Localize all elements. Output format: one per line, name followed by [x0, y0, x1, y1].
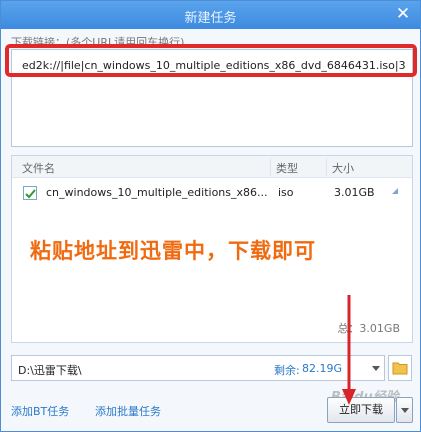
add-batch-task-link[interactable]: 添加批量任务 [95, 403, 161, 419]
dialog-title: 新建任务 [184, 11, 237, 26]
table-row[interactable]: cn_windows_10_multiple_editions_x86... i… [12, 182, 412, 204]
file-type: iso [278, 186, 294, 199]
url-input[interactable] [22, 57, 407, 73]
file-name: cn_windows_10_multiple_editions_x86... [46, 186, 268, 199]
red-arrow-icon [342, 295, 356, 405]
remaining-value: 82.19G [302, 362, 343, 375]
download-options-dropdown[interactable] [396, 397, 413, 423]
checkmark-icon [25, 189, 36, 199]
file-checkbox[interactable] [23, 186, 37, 200]
file-list-header: 文件名 类型 大小 [12, 156, 412, 178]
save-path-select[interactable]: D:\迅雷下载\ 剩余: 82.19G [11, 355, 385, 381]
size-sort-icon [392, 188, 398, 194]
new-task-dialog: 新建任务 ✕ 下载链接：(多个URL请用回车换行) 文件名 类型 大小 cn_w… [0, 0, 421, 432]
header-type[interactable]: 类型 [276, 160, 298, 176]
annotation-text: 粘贴地址到迅雷中，下载即可 [30, 239, 316, 263]
folder-icon [392, 362, 408, 375]
column-divider [270, 158, 271, 176]
file-size: 3.01GB [334, 186, 375, 199]
browse-folder-button[interactable] [388, 355, 412, 381]
chevron-down-icon[interactable] [372, 366, 380, 371]
add-bt-task-link[interactable]: 添加BT任务 [11, 403, 69, 419]
title-bar: 新建任务 ✕ [1, 1, 420, 29]
download-now-button[interactable]: 立即下载 [327, 397, 395, 423]
close-icon[interactable]: ✕ [392, 3, 414, 25]
remaining-label: 剩余: [274, 364, 300, 377]
header-filename[interactable]: 文件名 [22, 160, 55, 176]
header-size[interactable]: 大小 [332, 160, 354, 176]
column-divider [326, 158, 327, 176]
save-path-value: D:\迅雷下载\ [18, 364, 82, 377]
url-field-label: 下载链接：(多个URL请用回车换行) [11, 36, 185, 49]
url-textarea[interactable] [11, 49, 413, 147]
